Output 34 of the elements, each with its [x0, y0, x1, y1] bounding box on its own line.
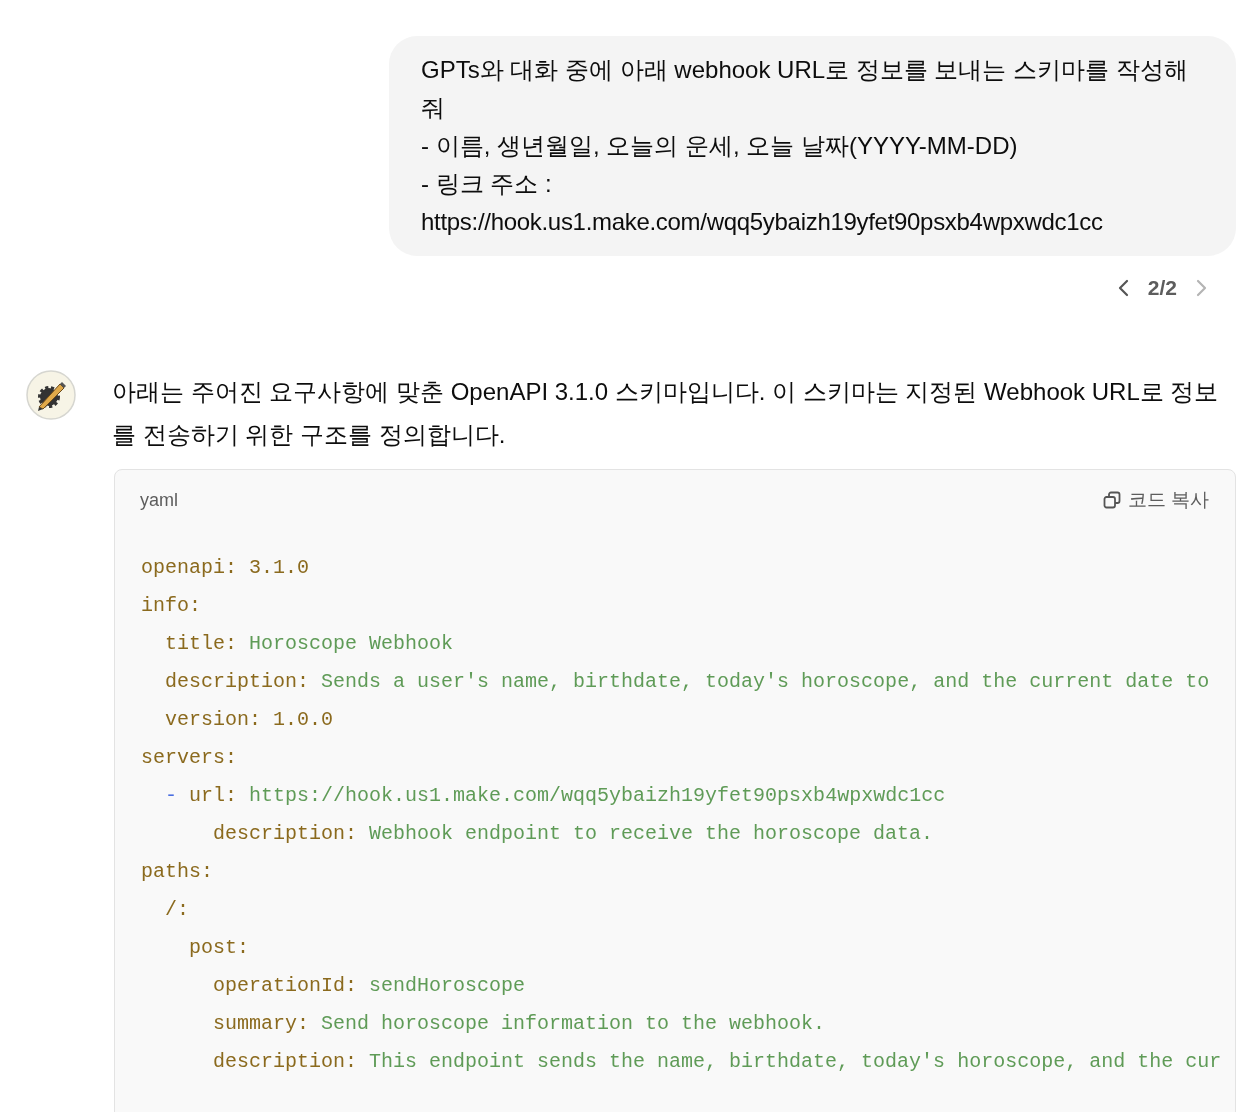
code-key: description: — [213, 815, 358, 853]
code-key: url: — [189, 777, 238, 815]
code-key: paths: — [141, 853, 213, 891]
pencil-gear-avatar-icon — [26, 370, 76, 420]
code-value: https://hook.us1.make.com/wqq5ybaizh19yfet90psxb4wpxwdc1cc — [249, 783, 946, 809]
code-key: openapi: — [141, 549, 237, 587]
code-value: Webhook endpoint to receive the horoscope data. — [369, 821, 934, 847]
code-key: title: — [165, 625, 237, 663]
code-key: version: — [165, 701, 261, 739]
list-dash: - — [165, 783, 177, 809]
code-value: 3.1.0 — [249, 555, 310, 581]
copy-icon — [1101, 490, 1122, 510]
code-key: info: — [141, 587, 201, 625]
code-key: operationId: — [213, 967, 358, 1005]
code-key: /: — [165, 891, 189, 929]
code-key: description: — [165, 663, 310, 701]
message-text: GPTs와 대화 중에 아래 webhook URL로 정보를 보내는 스키마를 작성해줘 — [421, 55, 1189, 123]
response-text: 아래는 주어진 요구사항에 맞춘 OpenAPI 3.1.0 스키마입니다. 이 스키마는 지정된 Webhook URL로 정보를 전송하기 위한 구조를 정의합니다. — [112, 377, 1220, 450]
message-text: https://hook.us1.make.com/wqq5ybaizh19yfet90psxb4wpxwdc1cc — [421, 207, 1104, 237]
code-value: Sends a user's name, birthdate, today's horoscope, and the current date to — [321, 669, 1210, 695]
code-value: sendHoroscope — [369, 973, 526, 999]
code-key: servers: — [141, 739, 237, 777]
code-value: Send horoscope information to the webhook. — [321, 1011, 826, 1037]
message-text: - 이름, 생년월일, 오늘의 운세, 오늘 날짜(YYYY-MM-DD) — [421, 131, 1019, 161]
code-value: This endpoint sends the name, birthdate, today's horoscope, and the cur — [369, 1049, 1222, 1075]
code-key: summary: — [213, 1005, 309, 1043]
code-value: Horoscope Webhook — [249, 631, 454, 657]
copy-code-button[interactable]: 코드 복사 — [1101, 487, 1209, 513]
code-value: 1.0.0 — [273, 707, 334, 733]
code-key: description: — [213, 1043, 358, 1081]
code-language: yaml — [140, 489, 178, 511]
page-counter: 2/2 — [1147, 276, 1177, 300]
code-key: post: — [189, 929, 249, 967]
message-text: - 링크 주소 : — [421, 169, 553, 199]
